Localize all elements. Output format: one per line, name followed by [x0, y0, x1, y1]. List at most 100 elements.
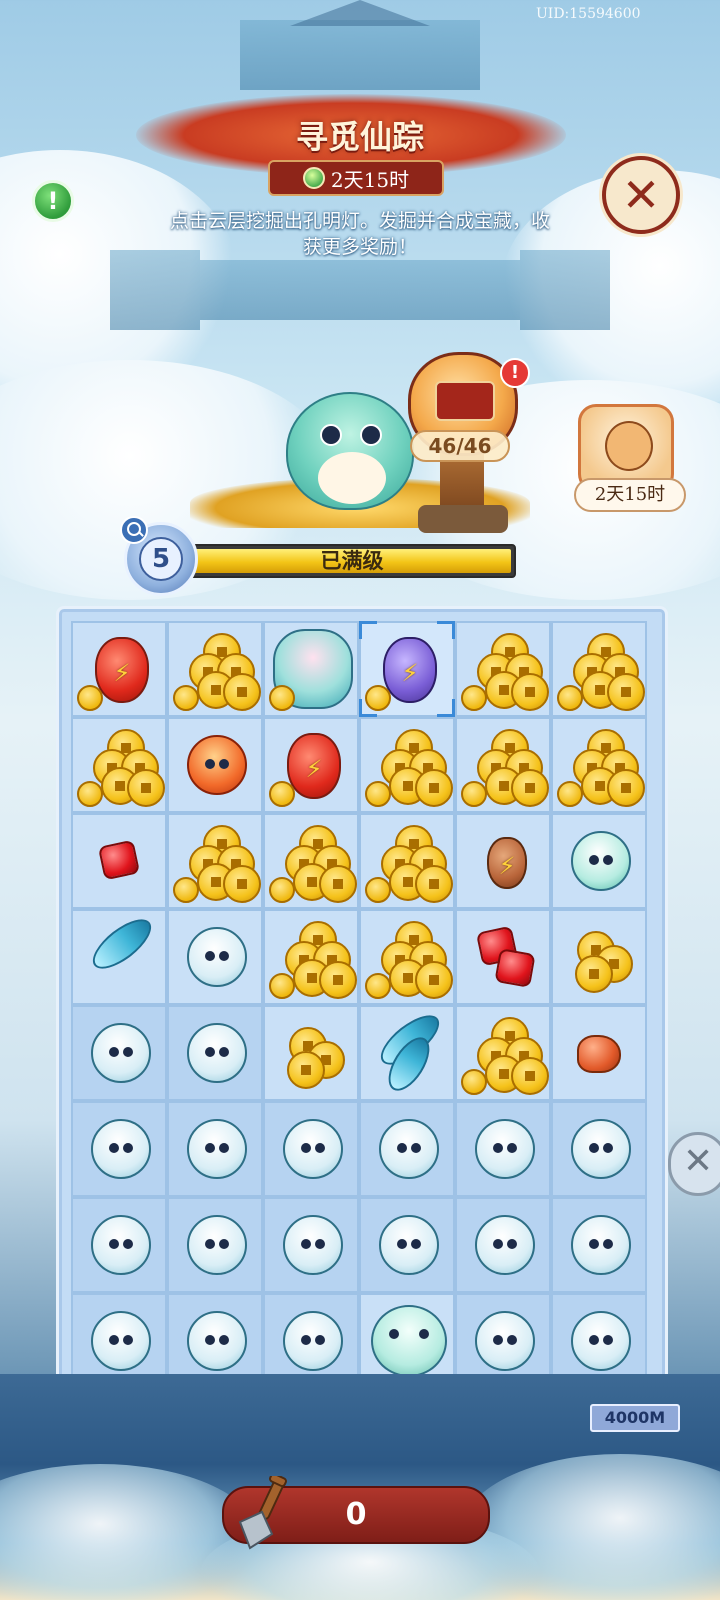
- board-cell-coins[interactable]: [455, 717, 551, 813]
- board-cell-coin-stack[interactable]: [263, 1005, 359, 1101]
- coin-badge-icon: [461, 1069, 487, 1095]
- board-cell-coins[interactable]: [551, 621, 647, 717]
- coin-icon: [511, 673, 549, 711]
- board-cell-brown-gourd[interactable]: ⚡: [455, 813, 551, 909]
- teal-bird-icon: [571, 831, 631, 891]
- level-number: 5: [139, 537, 183, 581]
- uid-label: UID:15594600: [536, 6, 641, 22]
- board-cell-empty[interactable]: [455, 1197, 551, 1293]
- board-cell-white-owl[interactable]: [167, 909, 263, 1005]
- side-close-button[interactable]: ✕: [668, 1132, 720, 1196]
- coin-icon: [287, 1051, 325, 1089]
- board-cell-purple-gourd[interactable]: ⚡: [359, 621, 455, 717]
- -icon: [91, 1023, 151, 1083]
- event-timer-plate: 2天15时: [268, 160, 444, 196]
- board-cell-coins[interactable]: [167, 813, 263, 909]
- info-button[interactable]: !: [32, 180, 74, 222]
- selection-corner: [359, 621, 377, 639]
- coin-badge-icon: [269, 877, 295, 903]
- coin-icon: [607, 769, 645, 807]
- board-cell-phoenix[interactable]: [263, 621, 359, 717]
- board-cell-red-gourd[interactable]: ⚡: [71, 621, 167, 717]
- board-cell-coins[interactable]: [167, 621, 263, 717]
- event-description: 点击云层挖掘出孔明灯。发掘并合成宝藏，收获更多奖励！: [170, 210, 551, 258]
- board-cell-fire-sprite[interactable]: [167, 717, 263, 813]
- board-cell-coins[interactable]: [71, 717, 167, 813]
- red-gem-icon: [97, 839, 141, 881]
- level-status: 已满级: [320, 548, 384, 573]
- lucky-cat-timer: 2天15时: [574, 478, 686, 512]
- board-cell-teal-bird[interactable]: [551, 813, 647, 909]
- board-cell-empty[interactable]: [455, 1101, 551, 1197]
- -icon: [571, 1119, 631, 1179]
- feather-icon: [85, 910, 159, 978]
- coin-badge-icon: [269, 973, 295, 999]
- coin-badge-icon: [269, 685, 295, 711]
- coin-icon: [511, 1057, 549, 1095]
- board-cell-empty[interactable]: [167, 1197, 263, 1293]
- timer-icon: [302, 167, 325, 189]
- board-cell-feather-bundle[interactable]: [359, 1005, 455, 1101]
- board-cell-red-gems[interactable]: [455, 909, 551, 1005]
- board-cell-empty[interactable]: [359, 1101, 455, 1197]
- board-cell-coins[interactable]: [359, 909, 455, 1005]
- board-cell-feather[interactable]: [71, 909, 167, 1005]
- board-cell-coins[interactable]: [359, 717, 455, 813]
- coin-icon: [415, 769, 453, 807]
- -icon: [283, 1215, 343, 1275]
- close-button[interactable]: ✕: [602, 156, 680, 234]
- depth-indicator: 4000M: [590, 1404, 680, 1432]
- coin-icon: [127, 769, 165, 807]
- fire-sprite-icon: [187, 735, 247, 795]
- -icon: [475, 1119, 535, 1179]
- coin-badge-icon: [365, 877, 391, 903]
- coin-icon: [511, 769, 549, 807]
- board-cell-coins[interactable]: [263, 813, 359, 909]
- board-cell-coin-stack[interactable]: [551, 909, 647, 1005]
- purple-gourd-icon: ⚡: [383, 637, 437, 703]
- coin-badge-icon: [461, 685, 487, 711]
- red-gourd-icon: ⚡: [95, 637, 149, 703]
- coin-badge-icon: [461, 781, 487, 807]
- board-cell-empty[interactable]: [167, 1101, 263, 1197]
- coin-badge-icon: [269, 781, 295, 807]
- board-cell-empty[interactable]: [71, 1101, 167, 1197]
- board-cell-empty[interactable]: [551, 1197, 647, 1293]
- -icon: [283, 1119, 343, 1179]
- brown-gourd-icon: ⚡: [487, 837, 527, 889]
- white-owl-icon: [187, 927, 247, 987]
- event-timer: 2天15时: [330, 167, 410, 192]
- coin-icon: [319, 865, 357, 903]
- board-cell-coins[interactable]: [263, 909, 359, 1005]
- board-cell-empty[interactable]: [167, 1005, 263, 1101]
- board-cell-red-gourd[interactable]: ⚡: [263, 717, 359, 813]
- selection-corner: [437, 621, 455, 639]
- board-cell-coins[interactable]: [455, 1005, 551, 1101]
- coin-badge-icon: [365, 781, 391, 807]
- board-cell-orange-ore[interactable]: [551, 1005, 647, 1101]
- board-cell-coins[interactable]: [359, 813, 455, 909]
- board-cell-empty[interactable]: [71, 1005, 167, 1101]
- board-cell-empty[interactable]: [263, 1101, 359, 1197]
- dig-board: ⚡ ⚡ ⚡ ⚡: [56, 606, 668, 1402]
- board-cell-empty[interactable]: [359, 1197, 455, 1293]
- -icon: [187, 1023, 247, 1083]
- lucky-cat-icon: [605, 421, 653, 471]
- search-icon[interactable]: [120, 516, 148, 544]
- board-cell-coins[interactable]: [455, 621, 551, 717]
- orange-ore-icon: [577, 1035, 621, 1073]
- board-cell-empty[interactable]: [263, 1197, 359, 1293]
- shovel-icon: [238, 1476, 287, 1550]
- cloud-cat-icon: [371, 1305, 447, 1377]
- board-cell-empty[interactable]: [71, 1197, 167, 1293]
- selection-corner: [359, 699, 377, 717]
- coin-icon: [223, 673, 261, 711]
- red-gourd-icon: ⚡: [287, 733, 341, 799]
- -icon: [475, 1215, 535, 1275]
- board-cell-empty[interactable]: [551, 1101, 647, 1197]
- board-cell-red-gem[interactable]: [71, 813, 167, 909]
- lantern-base: [418, 505, 508, 533]
- mascot-bird[interactable]: [286, 392, 414, 510]
- -icon: [91, 1311, 151, 1371]
- board-cell-coins[interactable]: [551, 717, 647, 813]
